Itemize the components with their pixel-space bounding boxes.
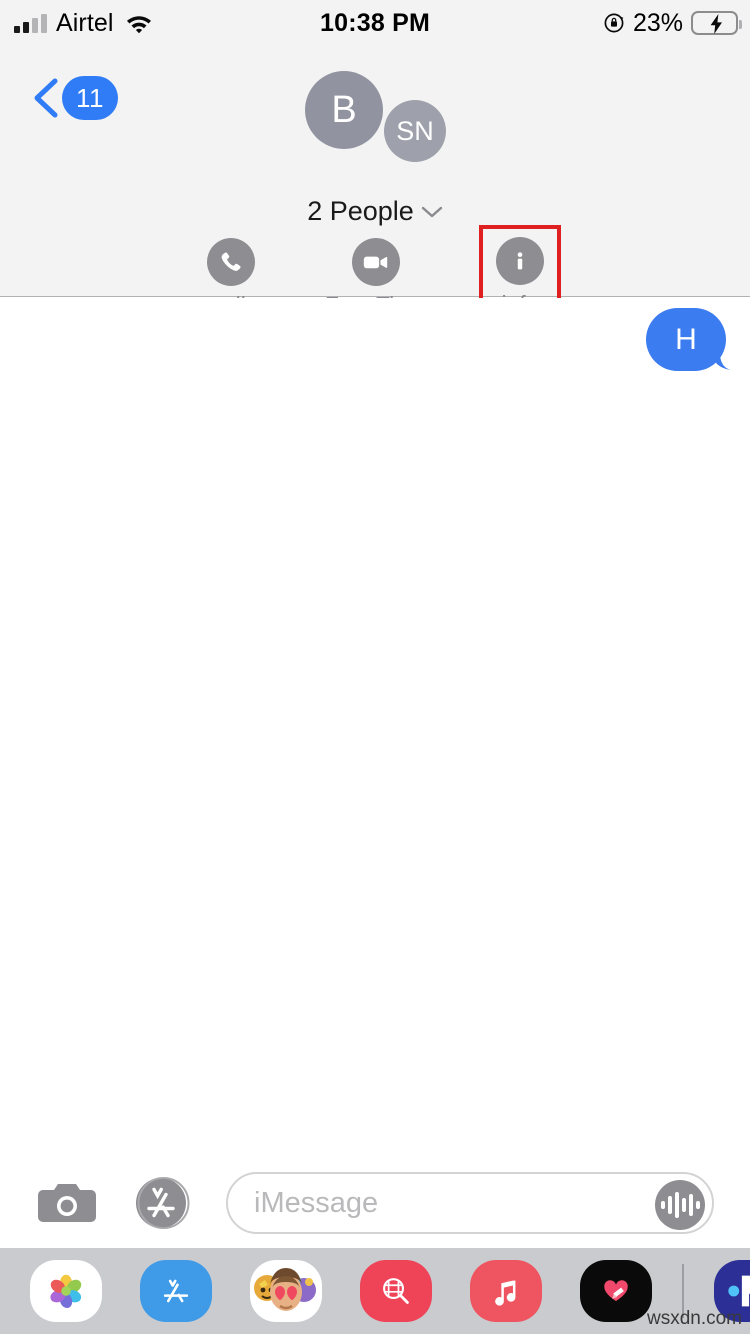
rotation-lock-icon bbox=[603, 12, 625, 34]
images-search-icon bbox=[383, 1278, 409, 1304]
chevron-down-icon bbox=[421, 205, 443, 219]
avatar[interactable]: B bbox=[305, 71, 383, 149]
audio-waveform-icon[interactable] bbox=[655, 1180, 705, 1230]
images-search-app[interactable] bbox=[360, 1260, 432, 1322]
conversation-header: 11 B SN 2 People bbox=[0, 46, 750, 326]
memoji-icon bbox=[254, 1268, 316, 1311]
message-thread: H bbox=[0, 298, 750, 1158]
phone-icon bbox=[206, 238, 255, 286]
camera-icon[interactable] bbox=[36, 1180, 98, 1226]
avatar-initials: B bbox=[331, 88, 357, 131]
battery-percentage: 23% bbox=[632, 8, 683, 37]
music-note-icon bbox=[495, 1280, 516, 1306]
message-input-field[interactable]: iMessage bbox=[226, 1172, 714, 1234]
imessage-app-dock: wsxdn.com bbox=[0, 1248, 750, 1334]
photos-icon bbox=[50, 1274, 82, 1309]
memoji-stickers-app[interactable] bbox=[250, 1260, 322, 1322]
participants-disclosure[interactable]: 2 People bbox=[0, 196, 750, 227]
app-store-app[interactable] bbox=[140, 1260, 212, 1322]
app-store-icon[interactable] bbox=[134, 1175, 190, 1231]
participant-avatars[interactable]: B SN bbox=[0, 58, 750, 163]
photos-app[interactable] bbox=[30, 1260, 102, 1322]
digital-touch-app[interactable] bbox=[580, 1260, 652, 1322]
bubble-tail-icon bbox=[708, 342, 738, 372]
status-bar: Airtel 10:38 PM 23% bbox=[0, 0, 750, 46]
avatar[interactable]: SN bbox=[384, 100, 446, 162]
clock-text: 10:38 PM bbox=[320, 8, 430, 37]
digital-touch-heart-icon bbox=[604, 1280, 628, 1302]
apple-music-app[interactable] bbox=[470, 1260, 542, 1322]
app-store-icon bbox=[163, 1279, 189, 1303]
status-bar-right: 23% bbox=[603, 0, 742, 46]
message-row: H bbox=[646, 308, 731, 371]
message-input-placeholder: iMessage bbox=[254, 1186, 379, 1219]
message-text: H bbox=[675, 322, 697, 356]
message-bubble-outgoing[interactable]: H bbox=[646, 308, 731, 371]
watermark: wsxdn.com bbox=[646, 1308, 742, 1329]
info-icon bbox=[496, 237, 544, 285]
avatar-initials: SN bbox=[396, 115, 434, 146]
iphone-messages-screen: Airtel 10:38 PM 23% 11 B SN 2 People H i… bbox=[0, 0, 750, 1334]
message-input-bar: iMessage bbox=[0, 1158, 750, 1248]
battery-charging-icon bbox=[691, 11, 742, 35]
video-camera-icon bbox=[351, 238, 400, 286]
participants-label: 2 People bbox=[307, 196, 414, 226]
